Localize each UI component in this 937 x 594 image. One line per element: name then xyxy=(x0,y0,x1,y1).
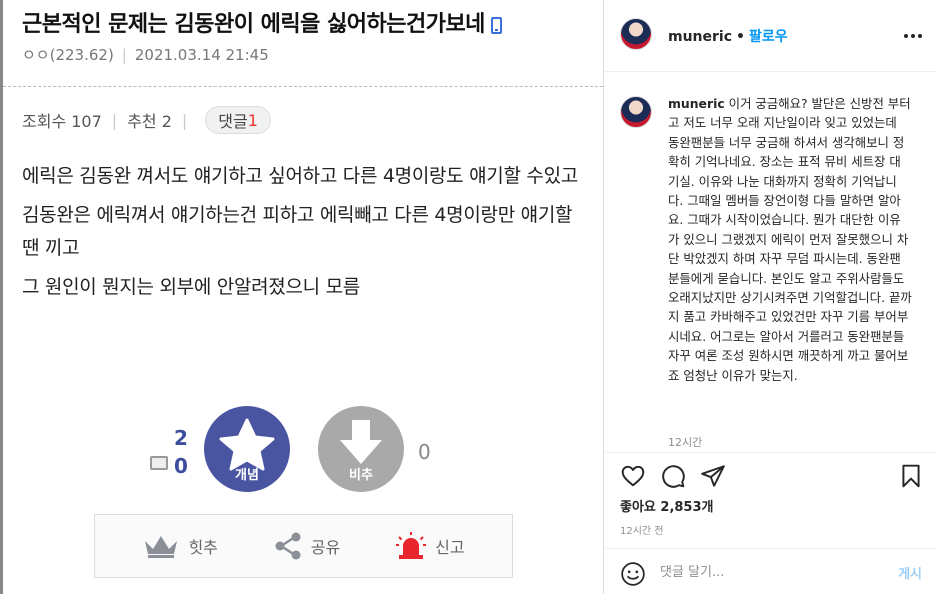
comment-icon[interactable] xyxy=(660,463,686,489)
follow-button[interactable]: 팔로우 xyxy=(749,29,788,45)
downvote-label: 비추 xyxy=(349,468,373,483)
post-comment-button[interactable]: 게시 xyxy=(898,563,922,582)
comment-input[interactable] xyxy=(660,561,860,583)
fixed-upvote-count: 0 xyxy=(174,454,188,478)
post-datetime: 2021.03.14 21:45 xyxy=(134,46,269,64)
view-count: 조회수 107 xyxy=(22,112,102,131)
send-icon[interactable] xyxy=(700,463,726,489)
reply-label: 댓글 xyxy=(218,112,248,131)
post-title-text: 근본적인 문제는 김동완이 에릭을 싫어하는건가보네 xyxy=(22,12,485,37)
reply-button[interactable]: 댓글 1 xyxy=(205,106,271,134)
post-stats: 조회수 107 | 추천 2 | 댓글 1 xyxy=(22,106,271,134)
caption-avatar[interactable] xyxy=(620,96,652,128)
crown-icon xyxy=(145,536,178,558)
like-count[interactable]: 좋아요 2,853개 xyxy=(620,496,714,515)
ig-username[interactable]: muneric xyxy=(668,29,732,45)
caption-username[interactable]: muneric xyxy=(668,96,725,111)
report-button[interactable]: 신고 xyxy=(395,531,465,561)
meta-divider: | xyxy=(121,46,127,64)
heart-icon[interactable] xyxy=(620,463,646,489)
instagram-panel: muneric • 팔로우 muneric 이거 궁금해요? 발단은 신방전 부터고 … xyxy=(603,0,937,594)
ig-action-bar xyxy=(604,452,937,502)
post-body: 에릭은 김동완 껴서도 얘기하고 싶어하고 다른 4명이랑도 얘기할 수있고 김… xyxy=(22,160,587,310)
post-paragraph: 에릭은 김동완 껴서도 얘기하고 싶어하고 다른 4명이랑도 얘기할 수있고 xyxy=(22,165,578,187)
post-time: 12시간 전 xyxy=(620,526,664,537)
report-label: 신고 xyxy=(435,538,465,557)
ig-header: muneric • 팔로우 xyxy=(604,0,937,72)
post-title: 근본적인 문제는 김동완이 에릭을 싫어하는건가보네 xyxy=(22,6,502,38)
post-paragraph: 그 원인이 뭔지는 외부에 안알려졌으니 모름 xyxy=(22,276,360,298)
caption-text: 이거 궁금해요? 발단은 신방전 부터고 저도 너무 오래 지난일이라 잊고 있… xyxy=(668,96,912,383)
fixed-icon xyxy=(150,456,168,470)
post-author[interactable]: ㅇㅇ(223.62) xyxy=(22,46,114,64)
share-button[interactable]: 공유 xyxy=(273,531,340,561)
share-icon xyxy=(275,532,301,560)
recommend-count: 추천 2 xyxy=(127,112,172,131)
vote-area: 2 0 개념 비추 0 xyxy=(150,406,450,496)
hit-recommend-label: 힛추 xyxy=(188,538,218,557)
divider xyxy=(3,86,603,87)
siren-icon xyxy=(396,532,427,559)
reply-count: 1 xyxy=(247,110,258,130)
upvote-button[interactable]: 개념 xyxy=(204,406,290,492)
downvote-button[interactable]: 비추 xyxy=(318,406,404,492)
upvote-label: 개념 xyxy=(235,468,259,483)
share-label: 공유 xyxy=(310,538,341,557)
emoji-icon[interactable] xyxy=(620,561,646,587)
hit-recommend-button[interactable]: 힛추 xyxy=(142,533,218,559)
stats-divider: | xyxy=(181,110,188,130)
down-arrow-icon xyxy=(340,420,382,464)
left-border xyxy=(0,0,3,594)
stats-divider: | xyxy=(111,110,118,130)
post-paragraph: 김동완은 에릭껴서 얘기하는건 피하고 에릭빼고 다른 4명이랑만 얘기할땐 끼… xyxy=(22,204,573,259)
post-meta: ㅇㅇ(223.62) | 2021.03.14 21:45 xyxy=(22,44,269,65)
action-bar: 힛추 공유 신고 xyxy=(94,514,513,578)
mobile-icon xyxy=(490,16,502,34)
comment-box: 게시 xyxy=(604,548,937,594)
downvote-count: 0 xyxy=(418,440,431,464)
more-options-icon[interactable] xyxy=(904,34,922,38)
bookmark-icon[interactable] xyxy=(898,463,924,489)
caption: muneric 이거 궁금해요? 발단은 신방전 부터고 저도 너무 오래 지난일… xyxy=(668,94,912,385)
upvote-count: 2 xyxy=(174,426,188,450)
community-post: 근본적인 문제는 김동완이 에릭을 싫어하는건가보네 ㅇㅇ(223.62) | 20… xyxy=(0,0,603,594)
dot-separator: • xyxy=(736,29,745,45)
caption-time: 12시간 xyxy=(668,436,703,449)
ig-user-line: muneric • 팔로우 xyxy=(668,26,788,46)
avatar[interactable] xyxy=(620,18,652,50)
